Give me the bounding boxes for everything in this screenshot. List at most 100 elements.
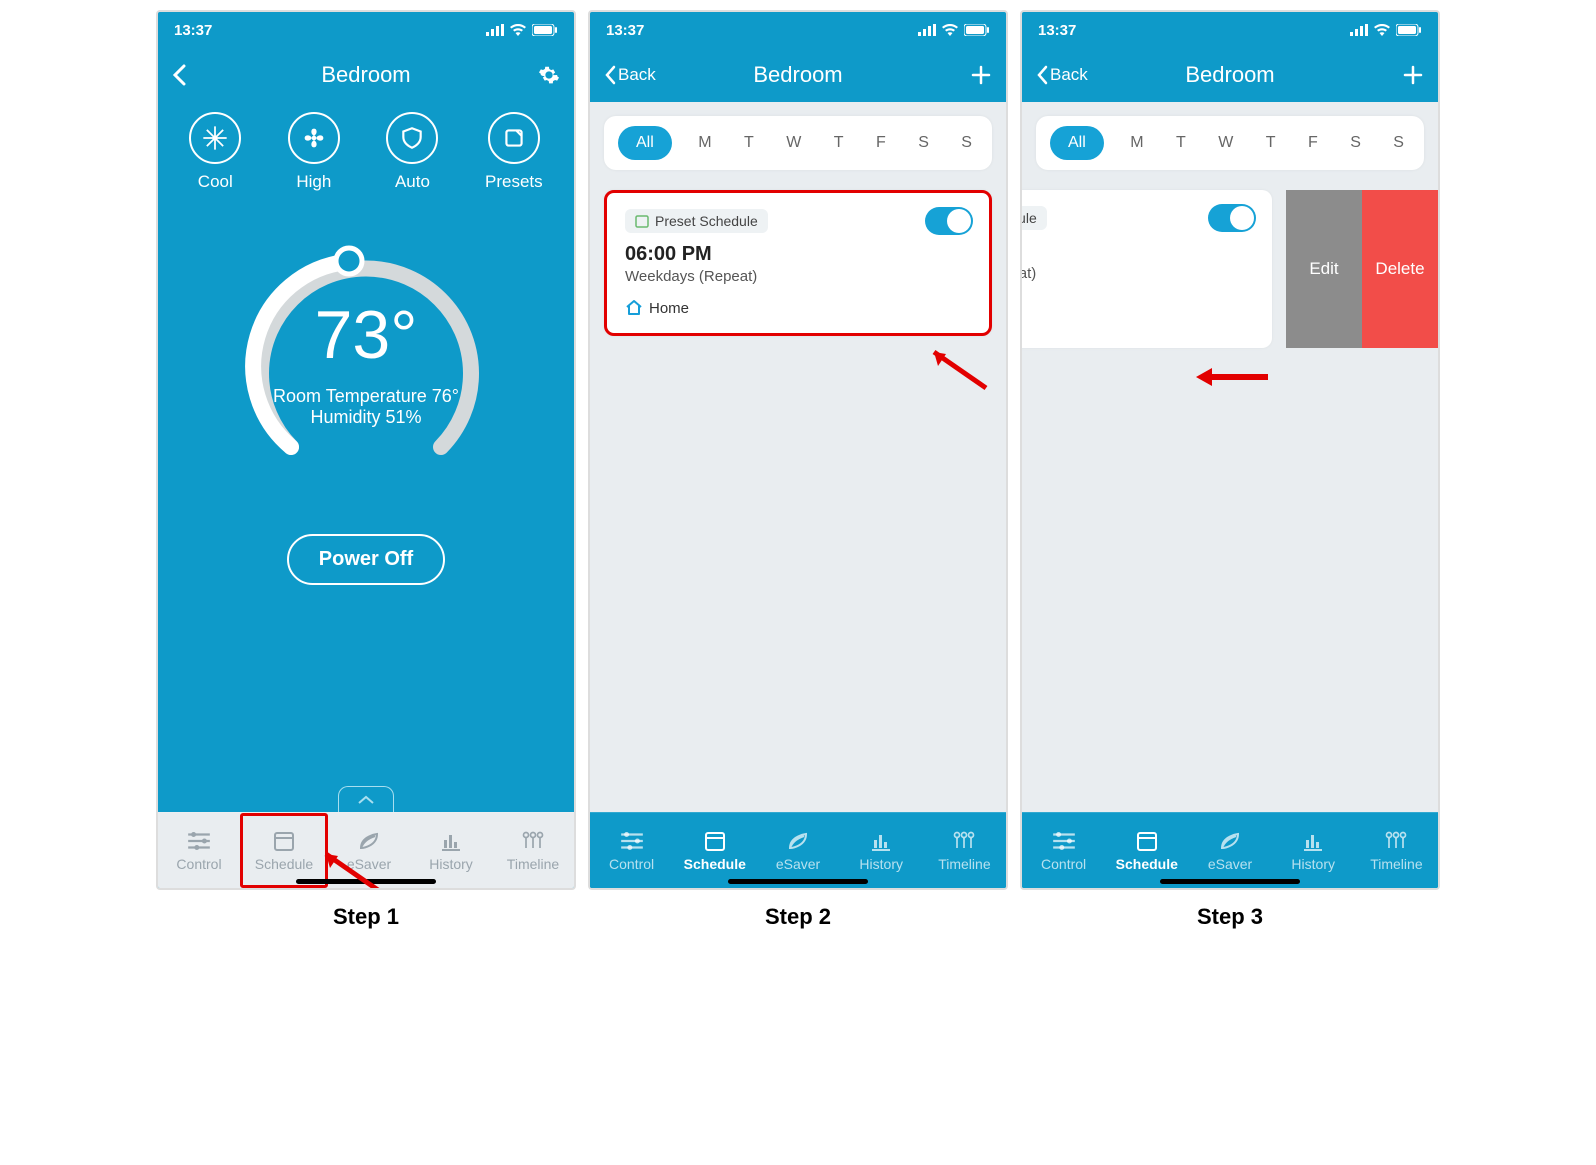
nav-add-button[interactable] (922, 64, 992, 86)
wifi-icon (942, 24, 958, 36)
signal-icon (1350, 24, 1368, 36)
day-filter-sat[interactable]: S (1344, 128, 1367, 158)
status-indicators (486, 24, 558, 36)
tab-esaver[interactable]: eSaver (756, 813, 839, 888)
tab-history[interactable]: History (840, 813, 923, 888)
power-off-button[interactable]: Power Off (287, 534, 445, 585)
tab-schedule[interactable]: Schedule (1105, 813, 1188, 888)
schedule-time: 06:00 PM (625, 243, 971, 266)
swipe-delete-button[interactable]: Delete (1362, 190, 1438, 348)
schedule-enable-toggle[interactable] (925, 207, 973, 235)
tab-timeline-label: Timeline (1370, 856, 1422, 872)
mode-fan-label: High (296, 172, 331, 192)
preset-badge-label: Preset Schedule (655, 213, 758, 229)
tab-control[interactable]: Control (1022, 813, 1105, 888)
step-3-phone: 13:37 Back Bedroom All M T W T (1020, 10, 1440, 930)
battery-icon (1396, 24, 1422, 36)
leaf-icon (356, 830, 382, 852)
nav-back-button[interactable]: Back (1036, 65, 1106, 85)
step-1-screen: 13:37 Bedroom Cool (156, 10, 576, 890)
day-filter-tue[interactable]: T (1170, 128, 1192, 158)
tab-control-label: Control (176, 856, 221, 872)
schedule-card[interactable]: Preset Schedule 06:00 PM Weekdays (Repea… (604, 190, 992, 336)
tab-history[interactable]: History (1272, 813, 1355, 888)
tab-control[interactable]: Control (158, 813, 240, 888)
step-1-label: Step 1 (333, 904, 399, 930)
mode-auto[interactable]: Auto (386, 112, 438, 192)
tab-control-label: Control (1041, 856, 1086, 872)
nav-settings-button[interactable] (490, 64, 560, 86)
tab-schedule[interactable]: Schedule (673, 813, 756, 888)
schedule-enable-toggle[interactable] (1208, 204, 1256, 232)
calendar-small-icon (635, 214, 649, 228)
annotation-arrow-icon (1192, 352, 1272, 402)
nav-back-button[interactable] (172, 64, 242, 86)
chevron-left-icon (1036, 65, 1048, 85)
day-filter-wed[interactable]: W (1212, 128, 1239, 158)
nav-bar: Back Bedroom (1022, 48, 1438, 102)
tab-bar: Control Schedule eSaver History Timeline (590, 812, 1006, 888)
mode-auto-label: Auto (395, 172, 430, 192)
gear-icon (538, 64, 560, 86)
day-filter-tue[interactable]: T (738, 128, 760, 158)
mode-presets-label: Presets (485, 172, 543, 192)
tab-timeline[interactable]: Timeline (923, 813, 1006, 888)
nav-back-button[interactable]: Back (604, 65, 674, 85)
timeline-icon (520, 830, 546, 852)
step-3-label: Step 3 (1197, 904, 1263, 930)
day-filter-fri[interactable]: F (870, 128, 892, 158)
tab-bar: Control Schedule eSaver History Timeline (158, 812, 574, 888)
day-filter-thu[interactable]: T (828, 128, 850, 158)
tab-timeline[interactable]: Timeline (1355, 813, 1438, 888)
mode-presets[interactable]: Presets (485, 112, 543, 192)
day-filter-sat[interactable]: S (912, 128, 935, 158)
plus-icon (970, 64, 992, 86)
setpoint-temp: 73° (315, 296, 418, 374)
day-filter-mon[interactable]: M (1124, 128, 1149, 158)
mode-cool[interactable]: Cool (189, 112, 241, 192)
day-filter-wed[interactable]: W (780, 128, 807, 158)
status-bar: 13:37 (1022, 12, 1438, 48)
sliders-icon (1051, 830, 1077, 852)
tab-schedule[interactable]: Schedule (240, 813, 328, 888)
tab-timeline-label: Timeline (507, 856, 559, 872)
chevron-left-icon (604, 65, 616, 85)
nav-add-button[interactable] (1354, 64, 1424, 86)
preset-schedule-badge: Preset Schedule (1022, 206, 1047, 230)
status-bar: 13:37 (590, 12, 1006, 48)
status-time: 13:37 (1038, 22, 1076, 39)
sliders-icon (186, 830, 212, 852)
bars-icon (1300, 830, 1326, 852)
nav-bar: Back Bedroom (590, 48, 1006, 102)
day-filter-mon[interactable]: M (692, 128, 717, 158)
day-filter-row: All M T W T F S S (1036, 116, 1424, 170)
mode-fan[interactable]: High (288, 112, 340, 192)
swipe-edit-button[interactable]: Edit (1286, 190, 1362, 348)
day-filter-all[interactable]: All (1050, 126, 1104, 160)
preset-badge-label: Preset Schedule (1022, 210, 1037, 226)
signal-icon (486, 24, 504, 36)
tab-esaver[interactable]: eSaver (328, 813, 410, 888)
schedule-card-swiped[interactable]: Preset Schedule 06:00 PM Weekdays (Repea… (1036, 190, 1424, 348)
day-filter-fri[interactable]: F (1302, 128, 1324, 158)
preset-schedule-badge: Preset Schedule (625, 209, 768, 233)
tab-control[interactable]: Control (590, 813, 673, 888)
bars-icon (868, 830, 894, 852)
schedule-repeat: Weekdays (Repeat) (625, 268, 971, 285)
tab-timeline[interactable]: Timeline (492, 813, 574, 888)
tab-history[interactable]: History (410, 813, 492, 888)
pull-up-tab[interactable] (338, 786, 394, 812)
day-filter-thu[interactable]: T (1260, 128, 1282, 158)
wifi-icon (510, 24, 526, 36)
nav-back-label: Back (1050, 65, 1088, 85)
leaf-icon (785, 830, 811, 852)
tab-esaver[interactable]: eSaver (1188, 813, 1271, 888)
day-filter-sun[interactable]: S (955, 128, 978, 158)
day-filter-sun[interactable]: S (1387, 128, 1410, 158)
nav-title: Bedroom (753, 62, 842, 88)
step-1-phone: 13:37 Bedroom Cool (156, 10, 576, 930)
day-filter-all[interactable]: All (618, 126, 672, 160)
presets-icon (501, 125, 527, 151)
temperature-dial[interactable]: 73° Room Temperature 76° Humidity 51% (236, 232, 496, 492)
calendar-icon (1134, 830, 1160, 852)
